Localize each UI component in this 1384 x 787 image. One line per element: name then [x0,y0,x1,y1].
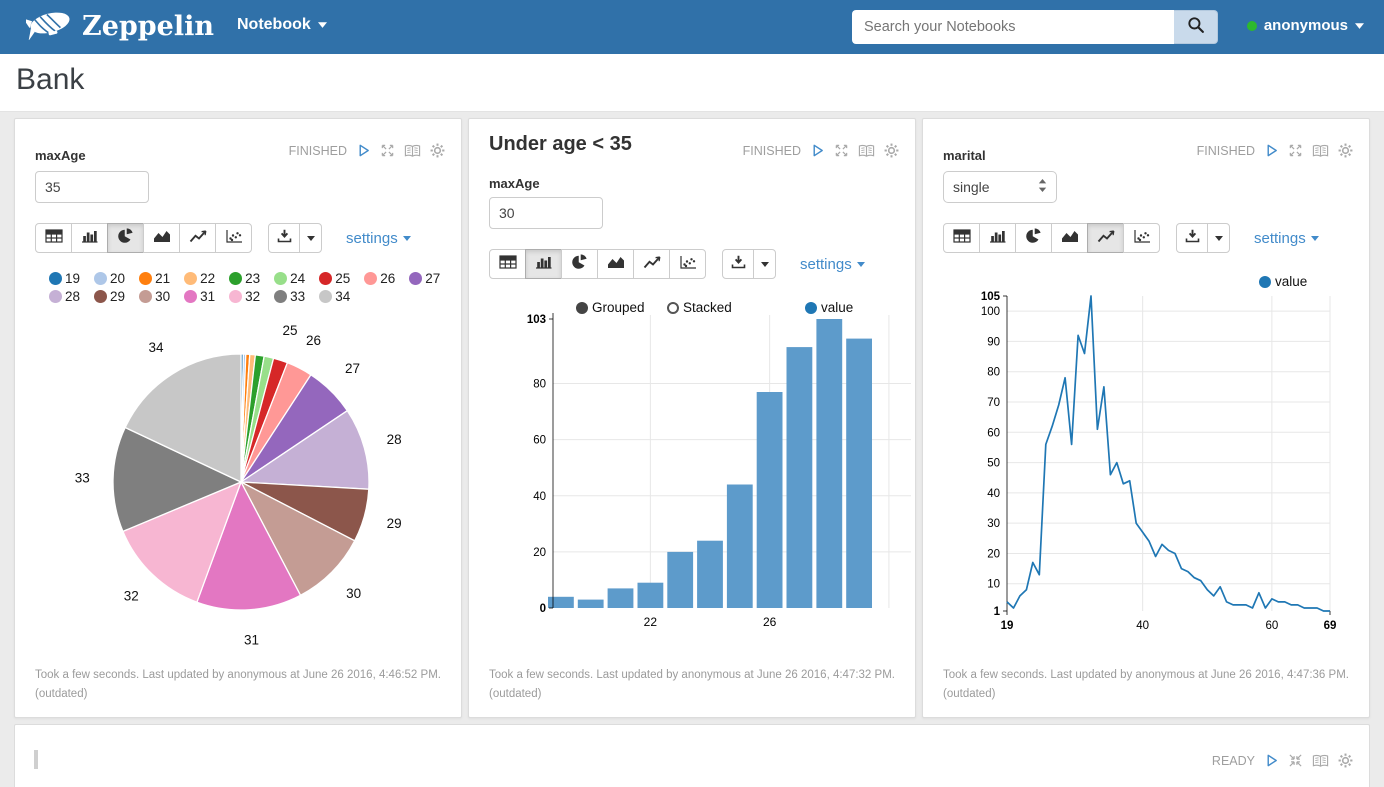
y-tick-label: 50 [987,458,1000,470]
x-tick-label: 60 [1265,620,1278,632]
notebook-menu-label: Notebook [237,16,311,34]
bar-24[interactable] [697,541,723,608]
x-tick-label: 40 [1136,620,1149,632]
notebook-menu[interactable]: Notebook [237,16,327,34]
bar-20[interactable] [578,600,604,608]
x-tick-label: 69 [1324,620,1337,632]
bar-22[interactable] [638,583,664,608]
y-tick-label: 20 [533,547,546,559]
x-tick-label: 26 [763,615,777,629]
x-tick-label: 22 [644,615,658,629]
status-label: READY [1212,754,1255,768]
pie-slice-label: 30 [346,586,361,601]
bar-26[interactable] [757,392,783,608]
y-tick-label: 10 [987,579,1000,591]
footer-outdated: (outdated) [35,685,443,704]
note-title[interactable]: Bank [16,63,84,97]
empty-paragraph[interactable]: READY [14,724,1370,787]
caret-down-icon [318,22,327,28]
y-tick-label: 80 [987,367,1000,379]
y-tick-label: 30 [987,518,1000,530]
y-tick-label: 40 [987,488,1000,500]
user-menu[interactable]: anonymous [1247,17,1364,34]
editor-cursor [34,750,38,769]
bar-chart: 0 20 40 60 80 103 22 26 [469,119,917,719]
pie-slice-label: 26 [306,333,321,348]
line-series-value[interactable] [1007,296,1330,611]
footer-outdated: (outdated) [943,685,1351,704]
pie-slice-label: 25 [282,323,297,338]
y-tick-label: 90 [987,336,1000,348]
y-tick-label: 105 [981,291,1001,303]
bar-27[interactable] [787,347,813,608]
zeppelin-brand[interactable]: Zeppelin [26,8,214,45]
paragraph-underage-bar: FINISHED Under age < 35 maxAge [468,118,916,718]
x-tick-label: 19 [1001,620,1014,632]
footer-outdated: (outdated) [489,685,897,704]
line-chart: 1 10 20 30 40 50 60 70 80 90 100 105 19 40 60 69 [923,119,1371,719]
bar-19[interactable] [548,597,574,608]
footer-text: Took a few seconds. Last updated by anon… [489,666,897,685]
y-tick-label: 80 [533,379,546,391]
y-tick-label: 103 [527,314,546,326]
bar-29[interactable] [846,339,872,608]
pie-chart: 25 26 27 28 29 30 31 32 33 34 [15,119,463,719]
book-icon[interactable] [1312,754,1329,768]
connection-status-dot [1247,21,1257,31]
bar-23[interactable] [667,552,693,608]
gear-icon[interactable] [1338,753,1353,768]
pie-slice-label: 34 [148,340,164,355]
paragraph-maxage-pie: FINISHED maxAge [14,118,462,718]
pie-slice-label: 32 [124,589,139,604]
paragraph-footer: Took a few seconds. Last updated by anon… [943,666,1351,704]
y-tick-label: 60 [987,427,1000,439]
bar-28[interactable] [816,319,842,608]
y-tick-label: 70 [987,397,1000,409]
caret-down-icon [1355,23,1364,29]
y-tick-label: 60 [533,435,546,447]
zeppelin-logo-icon [26,8,74,45]
search-icon [1187,16,1205,39]
top-navbar: Zeppelin Notebook anonymous [0,0,1384,54]
paragraph-marital-line: FINISHED marital single [922,118,1370,718]
run-paragraph-button[interactable] [1264,753,1279,768]
footer-text: Took a few seconds. Last updated by anon… [943,666,1351,685]
pie-slice-label: 31 [244,632,259,647]
search-input[interactable] [852,10,1174,44]
pie-slice-label: 28 [387,432,402,447]
footer-text: Took a few seconds. Last updated by anon… [35,666,443,685]
paragraph-footer: Took a few seconds. Last updated by anon… [35,666,443,704]
pie-slice-label: 29 [387,516,402,531]
search-button[interactable] [1174,10,1218,44]
y-tick-label: 20 [987,548,1000,560]
paragraph-footer: Took a few seconds. Last updated by anon… [489,666,897,704]
y-tick-label: 1 [994,606,1001,618]
brand-title: Zeppelin [82,11,214,42]
collapse-icon[interactable] [1288,753,1303,768]
notebook-search [852,10,1218,44]
pie-slice-label: 33 [75,471,90,486]
y-tick-label: 0 [540,603,546,615]
bar-25[interactable] [727,485,753,609]
paragraph-status: READY [1212,753,1353,768]
user-name: anonymous [1264,17,1348,34]
bar-21[interactable] [608,588,634,608]
pie-slice-label: 27 [345,361,360,376]
y-tick-label: 40 [533,491,546,503]
note-titlebar: Bank default [0,54,1384,112]
y-tick-label: 100 [981,306,1000,318]
note-area: FINISHED maxAge [0,112,1384,787]
